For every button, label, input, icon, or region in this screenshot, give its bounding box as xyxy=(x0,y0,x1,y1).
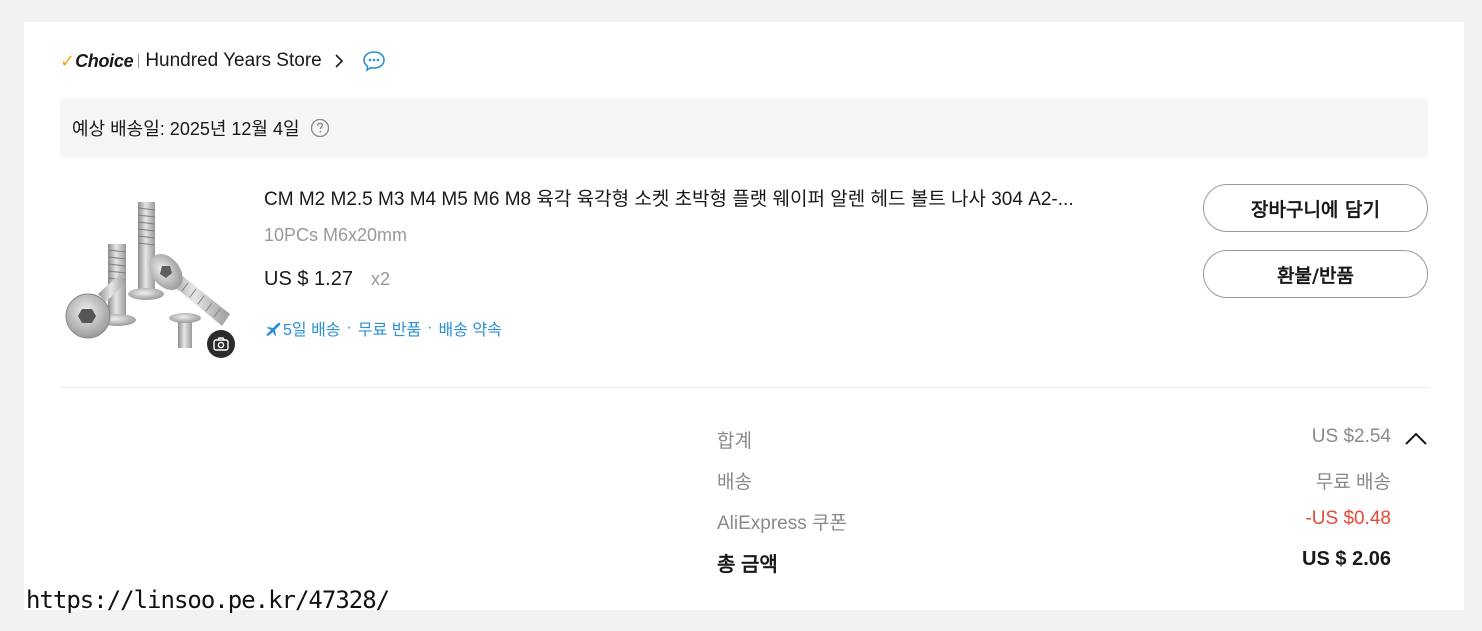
perk-free-return: 무료 반품 xyxy=(357,322,422,339)
refund-return-button[interactable]: 환불/반품 xyxy=(1203,250,1428,298)
store-separator xyxy=(138,54,140,68)
subtotal-label: 합계 xyxy=(717,431,752,452)
product-variant: 10PCs M6x20mm xyxy=(264,225,408,245)
bolt-shape-back xyxy=(128,202,164,300)
watermark-url: https://linsoo.pe.kr/47328/ xyxy=(26,586,390,614)
camera-icon xyxy=(213,337,229,351)
divider xyxy=(60,387,1430,388)
quantity: x2 xyxy=(370,269,390,289)
choice-badge: Choice xyxy=(75,50,134,71)
plane-icon xyxy=(266,322,281,336)
store-header[interactable]: ✓ Choice Hundred Years Store xyxy=(60,48,386,74)
bolt-shape-small xyxy=(169,313,201,348)
chevron-right-icon[interactable] xyxy=(332,54,346,68)
coupon-value: -US $0.48 xyxy=(1305,508,1391,529)
product-title[interactable]: CM M2 M2.5 M3 M4 M5 M6 M8 육각 육각형 소켓 초박형 … xyxy=(264,184,1164,211)
add-to-cart-button[interactable]: 장바구니에 담기 xyxy=(1203,184,1428,232)
subtotal-value: US $2.54 xyxy=(1311,426,1391,447)
total-value: US $ 2.06 xyxy=(1302,548,1391,570)
chat-icon[interactable] xyxy=(362,50,386,72)
perk-separator: · xyxy=(427,319,433,336)
caret-up-icon[interactable] xyxy=(1404,430,1428,446)
shipping-value: 무료 배송 xyxy=(1315,472,1391,493)
price-row: US $ 1.27 x2 xyxy=(264,268,390,291)
order-card: ✓ Choice Hundred Years Store 예상 배송일: 202… xyxy=(24,22,1464,610)
camera-button[interactable] xyxy=(207,330,235,358)
delivery-estimate-bar: 예상 배송일: 2025년 12월 4일 xyxy=(60,98,1428,158)
shipping-label: 배송 xyxy=(717,472,752,493)
help-icon[interactable] xyxy=(310,118,330,138)
delivery-estimate: 예상 배송일: 2025년 12월 4일 xyxy=(72,119,300,139)
perk-separator: · xyxy=(346,319,352,336)
unit-price: US $ 1.27 xyxy=(264,268,353,290)
perk-delivery-promise: 배송 약속 xyxy=(438,322,502,339)
choice-check-icon: ✓ xyxy=(60,51,76,71)
total-label: 총 금액 xyxy=(717,554,778,576)
coupon-label: AliExpress 쿠폰 xyxy=(717,513,847,534)
store-name[interactable]: Hundred Years Store xyxy=(145,50,321,72)
perk-fast-delivery: 5일 배송 xyxy=(283,322,341,339)
delivery-perks: 5일 배송 · 무료 반품 · 배송 약속 xyxy=(264,316,502,340)
